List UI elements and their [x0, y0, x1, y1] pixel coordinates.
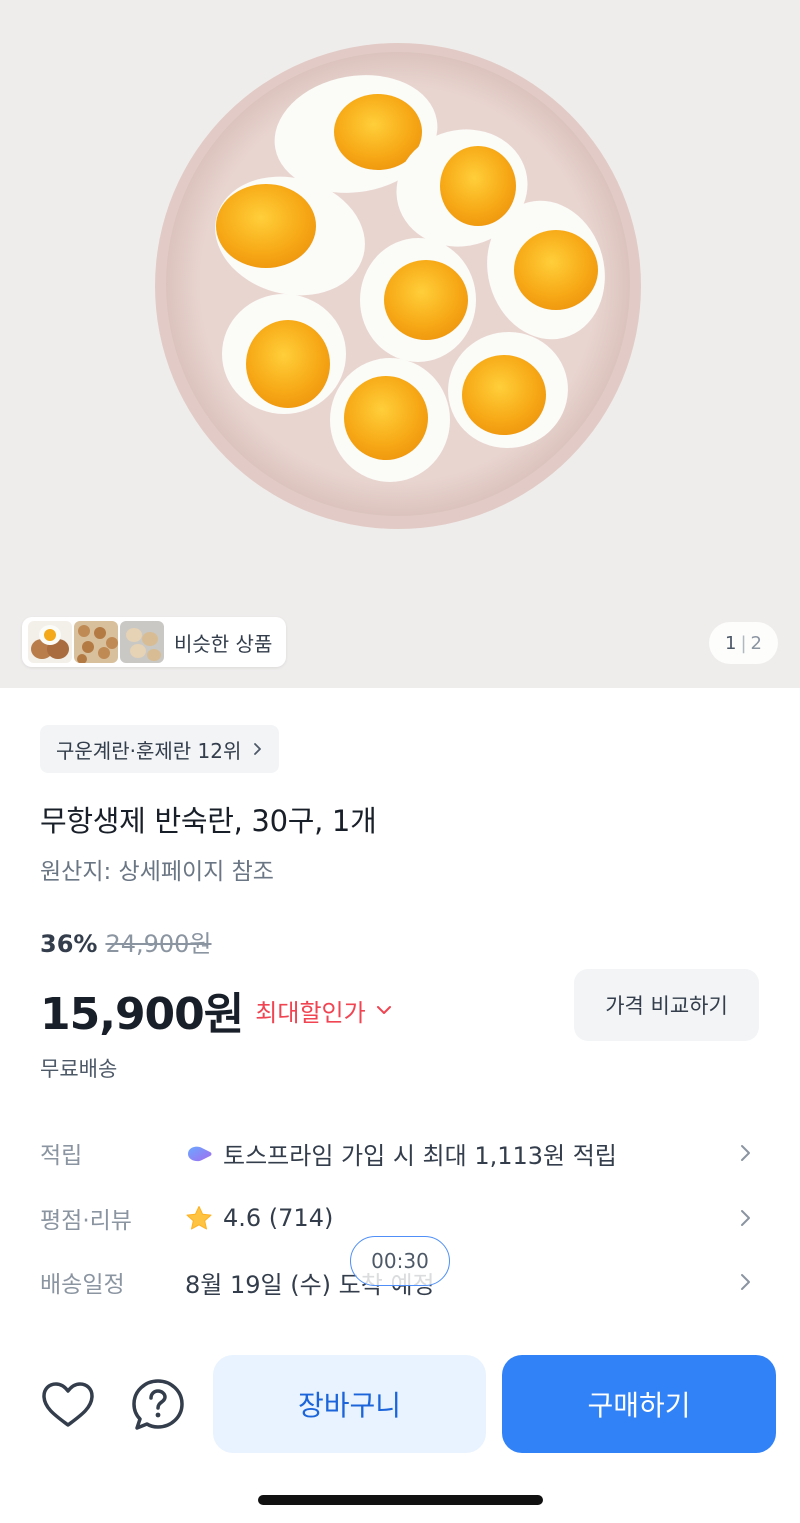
chevron-right-icon [254, 743, 262, 755]
heart-icon[interactable] [40, 1380, 96, 1430]
chevron-down-icon [376, 1006, 391, 1014]
product-title: 무항생제 반숙란, 30구, 1개 [40, 804, 377, 838]
discount-row: 36% 24,900원 [40, 924, 212, 959]
info-row-key: 평점·리뷰 [40, 1208, 132, 1234]
chevron-right-icon [741, 1274, 750, 1290]
toss-prime-icon [188, 1146, 212, 1162]
buy-now-button[interactable]: 구매하기 [502, 1355, 776, 1453]
add-to-cart-button[interactable]: 장바구니 [213, 1355, 486, 1453]
shipping-info: 무료배송 [40, 1057, 118, 1081]
category-rank-chip[interactable]: 구운계란·훈제란 12위 [40, 725, 280, 773]
timer-badge: 00:30 [350, 1236, 450, 1286]
similar-product-thumbnail [120, 621, 164, 663]
info-row-points[interactable]: 적립 토스프라임 가입 시 최대 1,113원 적립 [40, 1133, 760, 1173]
discount-percent: 36% [40, 930, 98, 958]
similar-product-thumbnail [28, 621, 72, 663]
max-discount-label: 최대할인가 [255, 998, 366, 1027]
home-indicator[interactable] [258, 1495, 543, 1505]
max-discount-toggle[interactable]: 최대할인가 [255, 993, 391, 1028]
info-row-value: 4.6 (714) [223, 1204, 334, 1232]
image-pager: 1 | 2 [709, 622, 778, 664]
chevron-right-icon [741, 1145, 750, 1161]
category-rank-label: 구운계란·훈제란 12위 [56, 738, 242, 763]
pager-current: 1 [725, 632, 737, 654]
similar-products-label: 비슷한 상품 [174, 631, 273, 656]
question-icon[interactable] [130, 1377, 186, 1433]
chevron-right-icon [741, 1210, 750, 1226]
original-price: 24,900원 [105, 930, 212, 958]
product-origin: 원산지: 상세페이지 참조 [40, 859, 274, 885]
product-image-carousel[interactable]: 비슷한 상품 1 | 2 [0, 0, 800, 688]
similar-product-thumbnail [74, 621, 118, 663]
star-icon [186, 1206, 212, 1230]
price-compare-button[interactable]: 가격 비교하기 [574, 969, 759, 1041]
price-row: 15,900원 최대할인가 [40, 978, 392, 1042]
info-row-rating[interactable]: 평점·리뷰 4.6 (714) [40, 1198, 760, 1238]
info-row-key: 배송일정 [40, 1272, 125, 1298]
info-row-key: 적립 [40, 1143, 83, 1169]
info-row-value: 토스프라임 가입 시 최대 1,113원 적립 [223, 1141, 617, 1170]
pager-separator: | [740, 632, 747, 654]
product-photo [0, 0, 800, 688]
similar-products-button[interactable]: 비슷한 상품 [22, 617, 287, 667]
sale-price: 15,900원 [40, 989, 244, 1040]
pager-total: 2 [750, 632, 762, 654]
